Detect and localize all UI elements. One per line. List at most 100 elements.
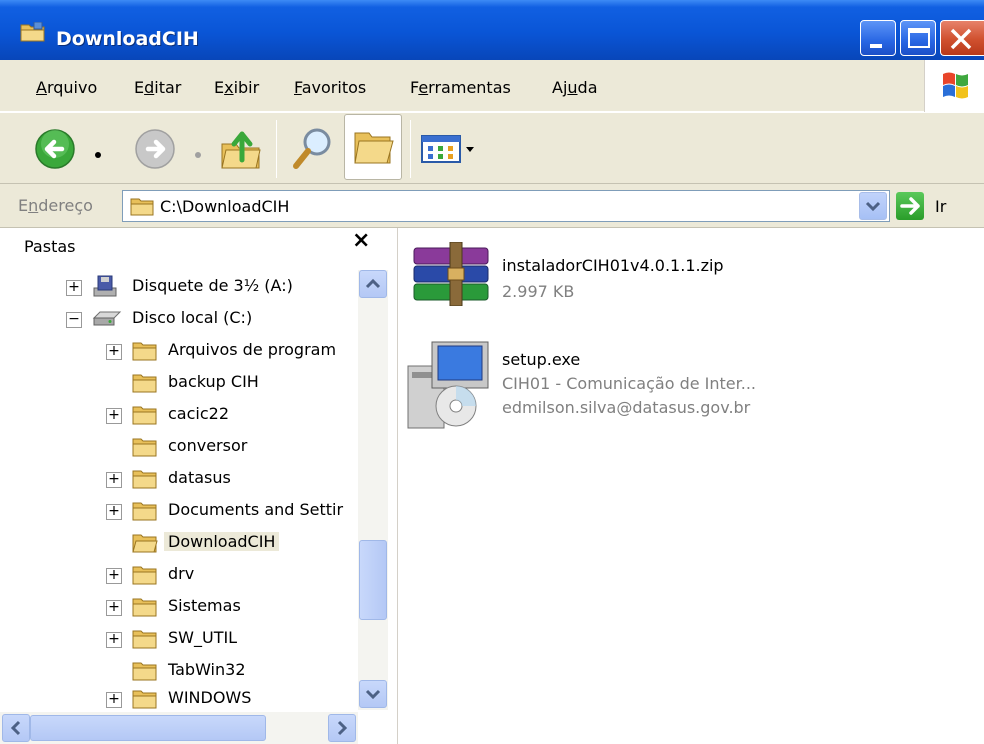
expand-toggle[interactable]: + — [106, 503, 122, 520]
menu-arquivo[interactable]: Arquivo — [36, 78, 97, 97]
go-label[interactable]: Ir — [935, 197, 946, 216]
tree-item-label: SW_UTIL — [168, 628, 238, 647]
expand-toggle[interactable]: + — [106, 343, 122, 360]
tree-item-folder[interactable]: backup CIH — [0, 368, 356, 398]
tree-item-label: conversor — [168, 436, 248, 455]
views-icon — [421, 135, 474, 163]
search-icon — [293, 128, 331, 169]
expand-toggle-glyph: + — [108, 631, 120, 647]
scroll-down-button[interactable] — [359, 680, 387, 708]
folder-icon — [132, 374, 157, 393]
file-name: instaladorCIH01v4.0.1.1.zip — [502, 256, 724, 275]
winrar-archive-icon — [413, 242, 489, 306]
expand-toggle[interactable]: + — [106, 407, 122, 424]
address-label-accelerator: n — [28, 196, 39, 215]
dropdown-arrow-icon — [195, 152, 201, 158]
address-label-text: E — [18, 196, 29, 215]
expand-toggle-glyph: + — [108, 471, 120, 487]
tree-item-label: DownloadCIH — [164, 532, 280, 551]
tree-item-folder[interactable]: + SW_UTIL — [0, 624, 356, 654]
expand-toggle[interactable]: + — [106, 471, 122, 488]
minimize-button[interactable] — [860, 20, 896, 56]
address-label-text: dereço — [38, 196, 93, 215]
expand-toggle[interactable]: + — [106, 631, 122, 648]
folder-icon — [132, 406, 157, 425]
scroll-thumb[interactable] — [359, 540, 387, 620]
menu-editar[interactable]: Editar — [134, 78, 181, 97]
tree-item-label: Documents and Settir — [168, 500, 344, 519]
windows-logo — [924, 60, 984, 112]
file-item-setup[interactable]: setup.exe CIH01 - Comunicação de Inter..… — [402, 336, 842, 436]
expand-toggle[interactable]: + — [106, 567, 122, 584]
menu-accelerator: u — [567, 78, 578, 97]
up-folder-button[interactable] — [218, 124, 264, 176]
maximize-button[interactable] — [900, 20, 936, 56]
folder-icon — [132, 598, 157, 617]
expand-toggle[interactable]: + — [106, 599, 122, 616]
menu-accelerator: x — [224, 78, 234, 97]
go-arrow-icon — [900, 197, 920, 215]
tree-item-folder[interactable]: + drv — [0, 560, 356, 590]
hard-drive-icon — [92, 311, 122, 326]
close-button[interactable] — [940, 20, 984, 56]
address-label: Endereço — [18, 196, 93, 215]
tree-item-folder[interactable]: + WINDOWS — [0, 684, 356, 710]
tree-item-label: Disquete de 3½ (A:) — [132, 276, 293, 295]
chevron-left-icon — [10, 720, 21, 736]
tree-item-folder[interactable]: + datasus — [0, 464, 356, 494]
address-dropdown-button[interactable] — [859, 192, 887, 220]
tree-item-folder[interactable]: conversor — [0, 432, 356, 462]
folders-horizontal-scrollbar[interactable] — [0, 712, 358, 744]
file-description: CIH01 - Comunicação de Inter... — [502, 374, 757, 393]
collapse-toggle[interactable]: − — [66, 311, 82, 328]
scroll-left-button[interactable] — [2, 714, 30, 742]
expand-toggle[interactable]: + — [106, 691, 122, 708]
folders-icon — [354, 132, 394, 164]
go-button[interactable] — [896, 192, 924, 220]
expand-toggle-glyph: + — [108, 407, 120, 423]
expand-toggle[interactable]: + — [66, 279, 82, 296]
back-button[interactable] — [34, 128, 76, 174]
folders-close-button[interactable]: × — [352, 228, 370, 253]
tree-item-folder[interactable]: + cacic22 — [0, 400, 356, 430]
tree-item-label: cacic22 — [168, 404, 229, 423]
expand-toggle-glyph: + — [108, 343, 120, 359]
folder-icon — [132, 502, 157, 521]
menu-accelerator: d — [144, 78, 155, 97]
tree-item-label: WINDOWS — [168, 688, 252, 707]
scroll-thumb[interactable] — [30, 715, 266, 741]
folders-vertical-scrollbar[interactable] — [358, 270, 388, 710]
tree-item-local-disk[interactable]: − Disco local (C:) — [0, 304, 356, 334]
tree-item-label: datasus — [168, 468, 231, 487]
folders-button[interactable] — [344, 114, 402, 180]
title-bar[interactable]: DownloadCIH — [0, 0, 984, 60]
back-dropdown[interactable] — [92, 144, 104, 163]
folder-icon — [132, 566, 157, 585]
views-button[interactable] — [420, 134, 486, 168]
menu-accelerator: e — [418, 78, 429, 97]
tree-item-floppy[interactable]: + Disquete de 3½ (A:) — [0, 272, 356, 302]
menu-ferramentas[interactable]: Ferramentas — [410, 78, 511, 97]
scroll-right-button[interactable] — [328, 714, 356, 742]
forward-button[interactable] — [134, 128, 176, 174]
tree-item-folder[interactable]: TabWin32 — [0, 656, 356, 686]
menu-ajuda[interactable]: Ajuda — [552, 78, 598, 97]
file-name: setup.exe — [502, 350, 581, 369]
menu-favoritos[interactable]: Favoritos — [294, 78, 366, 97]
menu-exibir[interactable]: Exibir — [214, 78, 259, 97]
address-path: C:\DownloadCIH — [160, 197, 290, 216]
tree-item-folder[interactable]: + Arquivos de program — [0, 336, 356, 366]
search-button[interactable] — [290, 124, 336, 176]
file-item-zip[interactable]: instaladorCIH01v4.0.1.1.zip 2.997 KB — [408, 240, 768, 310]
expand-toggle-glyph: + — [108, 567, 120, 583]
menu-label: da — [577, 78, 598, 97]
tree-item-folder[interactable]: + Documents and Settir — [0, 496, 356, 526]
forward-dropdown[interactable] — [192, 144, 204, 163]
forward-arrow-icon — [135, 129, 175, 169]
dropdown-arrow-icon — [95, 152, 101, 158]
scroll-up-button[interactable] — [359, 270, 387, 298]
tree-item-folder[interactable]: + Sistemas — [0, 592, 356, 622]
chevron-up-icon — [365, 278, 381, 289]
floppy-drive-icon — [93, 275, 117, 297]
tree-item-folder-selected[interactable]: DownloadCIH — [0, 528, 356, 558]
